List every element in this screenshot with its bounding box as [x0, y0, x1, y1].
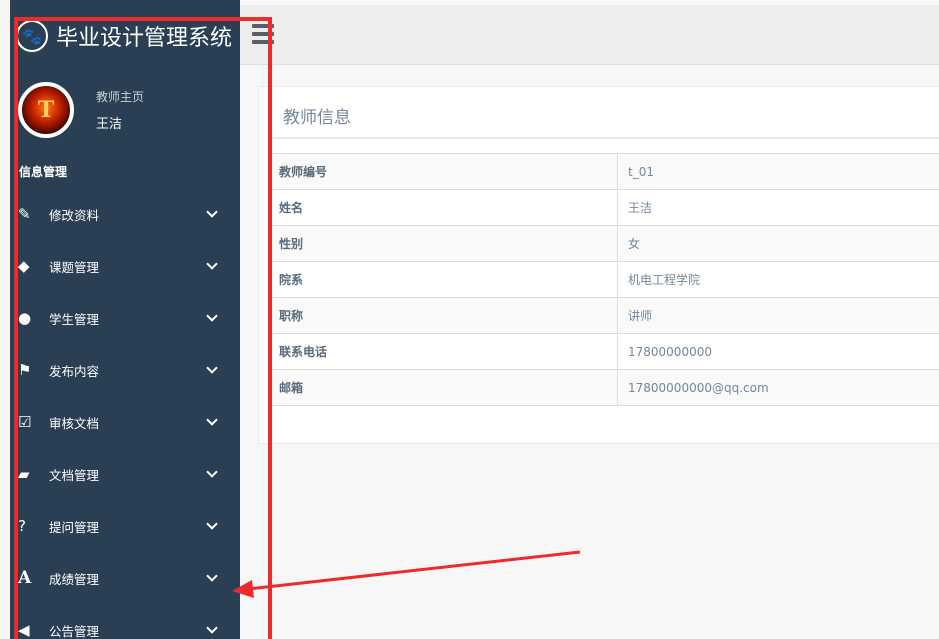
field-label: 职称: [268, 297, 618, 334]
field-label: 姓名: [268, 189, 618, 226]
teacher-info-table: 教师编号 t_01 姓名 王洁 性别 女 院系 机电工程学院 职称 讲师 联系电…: [268, 153, 939, 406]
field-value: t_01: [617, 153, 939, 190]
field-label: 院系: [268, 261, 618, 298]
panel-title: 教师信息: [283, 108, 351, 128]
field-value: 17800000000: [617, 333, 939, 370]
table-row: 教师编号 t_01: [268, 153, 939, 190]
table-row: 姓名 王洁: [268, 189, 939, 226]
field-label: 联系电话: [268, 333, 618, 370]
table-row: 职称 讲师: [268, 297, 939, 334]
field-label: 性别: [268, 225, 618, 262]
divider: [269, 137, 939, 139]
field-value: 王洁: [617, 189, 939, 226]
field-value: 讲师: [617, 297, 939, 334]
top-nav-bar: [240, 5, 939, 65]
table-row: 联系电话 17800000000: [268, 333, 939, 370]
field-label: 教师编号: [268, 153, 618, 190]
table-row: 院系 机电工程学院: [268, 261, 939, 298]
field-label: 邮箱: [268, 369, 618, 406]
annotation-highlight-box: [14, 17, 272, 639]
table-row: 邮箱 17800000000@qq.com: [268, 369, 939, 406]
field-value: 机电工程学院: [617, 261, 939, 298]
field-value: 女: [617, 225, 939, 262]
table-row: 性别 女: [268, 225, 939, 262]
field-value: 17800000000@qq.com: [617, 369, 939, 406]
